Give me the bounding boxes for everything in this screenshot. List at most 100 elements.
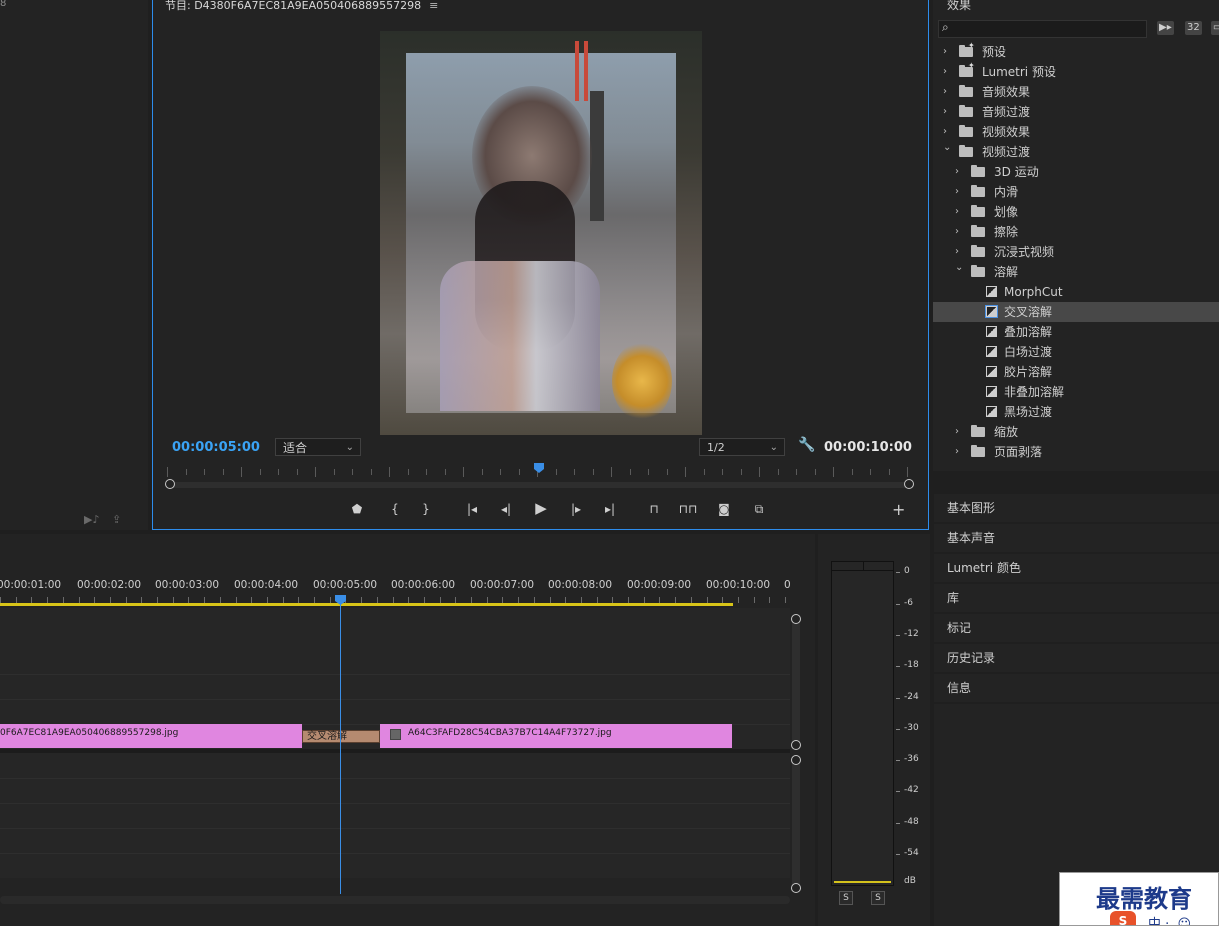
panel-essential-graphics[interactable]: 基本图形 — [934, 494, 1219, 522]
effects-item[interactable]: › 音频效果 — [933, 82, 1219, 102]
effects-item[interactable]: › ✦ 预设 — [933, 41, 1219, 62]
effects-item[interactable]: 黑场过渡 — [933, 402, 1219, 422]
playhead-timecode[interactable]: 00:00:05:00 — [172, 440, 260, 455]
effects-item[interactable]: › 划像 — [933, 202, 1219, 222]
audio-icon[interactable]: ▶♪ — [84, 513, 99, 526]
cross-dissolve-transition[interactable]: 交叉溶解 — [302, 730, 380, 743]
scroll-handle-left[interactable] — [165, 479, 175, 489]
wrench-icon[interactable]: 🔧 — [798, 437, 815, 453]
effects-item[interactable]: › 内滑 — [933, 182, 1219, 202]
chevron-right-icon[interactable]: › — [943, 102, 947, 122]
go-to-in-icon[interactable]: |◂ — [462, 502, 482, 516]
chevron-right-icon[interactable]: › — [943, 62, 947, 82]
db-label: -6 — [904, 598, 913, 608]
effects-item-label: 黑场过渡 — [1004, 405, 1053, 419]
chevron-down-icon[interactable]: ⌄ — [955, 258, 963, 278]
solo-button-left[interactable]: S — [839, 891, 853, 905]
add-icon[interactable]: + — [892, 500, 905, 519]
effects-item[interactable]: › 缩放 — [933, 422, 1219, 442]
folder-icon — [971, 165, 985, 177]
solo-button-right[interactable]: S — [871, 891, 885, 905]
effects-item[interactable]: 胶片溶解 — [933, 362, 1219, 382]
chevron-right-icon[interactable]: › — [943, 42, 947, 62]
chevron-right-icon[interactable]: › — [955, 222, 959, 242]
zoom-select[interactable]: 适合 ⌄ — [275, 438, 361, 456]
32bit-effects-icon[interactable]: 32 — [1185, 21, 1202, 35]
effects-item[interactable]: 叠加溶解 — [933, 322, 1219, 342]
effects-item[interactable]: 非叠加溶解 — [933, 382, 1219, 402]
chevron-right-icon[interactable]: › — [955, 202, 959, 222]
timeline-time-ruler[interactable]: 00:00:01:00 00:00:02:00 00:00:03:00 00:0… — [0, 574, 791, 604]
ruler-tick — [814, 469, 816, 475]
effects-item[interactable]: › 沉浸式视频 — [933, 242, 1219, 262]
track-divider — [0, 803, 790, 804]
effects-item[interactable]: › 3D 运动 — [933, 162, 1219, 182]
step-forward-icon[interactable]: |▸ — [566, 502, 586, 516]
db-label: -12 — [904, 629, 919, 639]
panel-markers[interactable]: 标记 — [934, 614, 1219, 642]
scroll-handle-bottom[interactable] — [791, 740, 801, 750]
ruler-tick — [777, 469, 779, 475]
video-tracks-scrollbar[interactable] — [791, 614, 801, 750]
chevron-right-icon[interactable]: › — [955, 442, 959, 462]
effects-item[interactable]: ⌄ 视频过渡 — [933, 142, 1219, 162]
panel-history[interactable]: 历史记录 — [934, 644, 1219, 672]
time-label: 00:00:08:00 — [548, 579, 613, 591]
video-audio-separator[interactable] — [0, 749, 790, 753]
go-to-out-icon[interactable]: ▸| — [600, 502, 620, 516]
effects-panel-title[interactable]: 效果 — [947, 0, 971, 13]
marker-icon[interactable]: ⬟ — [347, 502, 367, 516]
extract-icon[interactable]: ⊓⊓ — [678, 502, 698, 516]
effects-item[interactable]: › 擦除 — [933, 222, 1219, 242]
effects-item[interactable]: › 音频过渡 — [933, 102, 1219, 122]
scroll-handle-top[interactable] — [791, 755, 801, 765]
resolution-select[interactable]: 1/2 ⌄ — [699, 438, 785, 456]
lift-icon[interactable]: ⊓ — [644, 502, 664, 516]
ruler-tick — [629, 469, 631, 475]
panel-libraries[interactable]: 库 — [934, 584, 1219, 612]
project-panel: 8 ▶♪ ⇪ — [0, 0, 148, 530]
video-viewer[interactable] — [380, 31, 702, 435]
effects-item[interactable]: › 页面剥落 — [933, 442, 1219, 462]
folder-icon — [959, 105, 973, 117]
timeline-h-scrollbar[interactable] — [0, 896, 790, 904]
chevron-right-icon[interactable]: › — [955, 162, 959, 182]
effects-item[interactable]: › ✦ Lumetri 预设 — [933, 61, 1219, 82]
chevron-right-icon[interactable]: › — [943, 82, 947, 102]
work-area-bar[interactable] — [0, 603, 733, 606]
panel-lumetri-color[interactable]: Lumetri 颜色 — [934, 554, 1219, 582]
step-back-icon[interactable]: ◂| — [496, 502, 516, 516]
monitor-zoom-scrollbar[interactable] — [165, 479, 914, 489]
effects-item[interactable]: 交叉溶解 — [933, 302, 1219, 322]
panel-essential-sound[interactable]: 基本声音 — [934, 524, 1219, 552]
program-monitor-title[interactable]: 节目: D4380F6A7EC81A9EA050406889557298 ≡ — [165, 0, 438, 13]
scroll-handle-bottom[interactable] — [791, 883, 801, 893]
effects-item[interactable]: 白场过渡 — [933, 342, 1219, 362]
mark-out-icon[interactable]: } — [416, 502, 436, 516]
chevron-right-icon[interactable]: › — [955, 422, 959, 442]
effects-item[interactable]: › 视频效果 — [933, 122, 1219, 142]
export-icon[interactable]: ⇪ — [112, 513, 121, 526]
panel-menu-icon[interactable]: ≡ — [429, 0, 438, 12]
mark-in-icon[interactable]: { — [385, 502, 405, 516]
ruler-tick — [611, 467, 612, 477]
ruler-tick — [851, 469, 853, 475]
scroll-handle-top[interactable] — [791, 614, 801, 624]
db-tick — [896, 572, 900, 573]
audio-tracks-scrollbar[interactable] — [791, 755, 801, 893]
accelerated-effects-icon[interactable]: ▶▸ — [1157, 21, 1174, 35]
yuv-effects-icon[interactable]: ▭ — [1211, 21, 1219, 35]
scroll-handle-right[interactable] — [904, 479, 914, 489]
effects-item[interactable]: MorphCut — [933, 282, 1219, 302]
chevron-right-icon[interactable]: › — [955, 182, 959, 202]
comparison-view-icon[interactable]: ⧉ — [749, 502, 769, 517]
camera-icon[interactable]: ◙ — [714, 502, 734, 516]
video-clip-a[interactable]: 0F6A7EC81A9EA050406889557298.jpg — [0, 724, 302, 748]
db-tick — [896, 635, 900, 636]
play-icon[interactable]: ▶ — [531, 499, 551, 517]
panel-info[interactable]: 信息 — [934, 674, 1219, 702]
effects-item[interactable]: ⌄ 溶解 — [933, 262, 1219, 282]
effects-item-label: 视频效果 — [982, 125, 1031, 139]
video-clip-b[interactable]: A64C3FAFD28C54CBA37B7C14A4F73727.jpg — [380, 724, 732, 748]
chevron-down-icon[interactable]: ⌄ — [943, 138, 951, 158]
